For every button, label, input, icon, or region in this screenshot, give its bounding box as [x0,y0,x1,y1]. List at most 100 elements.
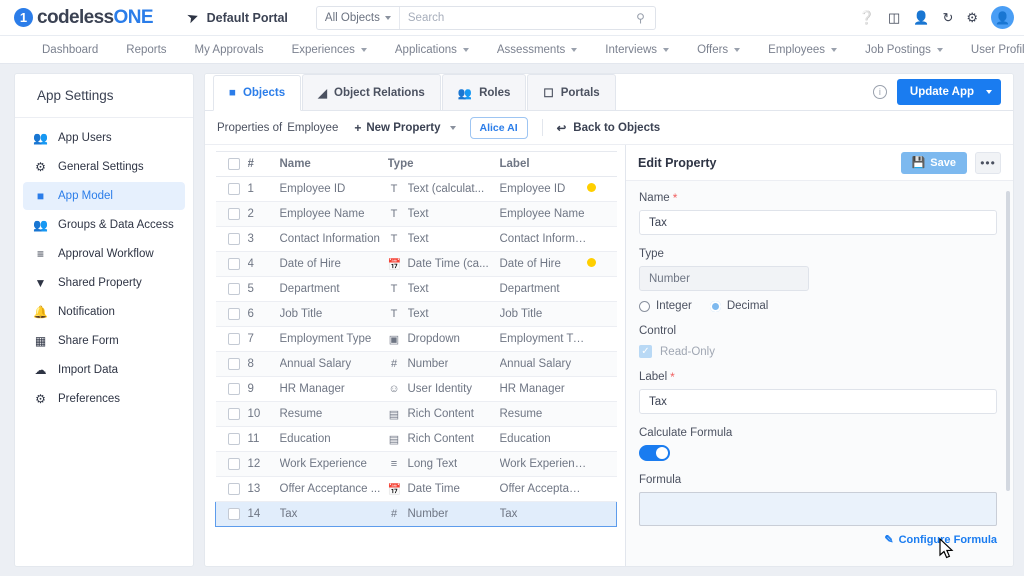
row-checkbox[interactable] [227,383,240,395]
row-checkbox[interactable] [227,283,240,295]
sidebar-item-share-form[interactable]: ▦ Share Form [23,327,185,355]
radio-integer[interactable]: Integer [639,300,692,312]
col-header-type[interactable]: Type [387,151,500,177]
new-property-button[interactable]: + New Property [354,121,456,135]
edit-panel-title: Edit Property [638,155,717,170]
row-label: Job Title [499,301,587,327]
edit-panel-scrollbar[interactable] [1006,191,1010,491]
row-type: Text [407,208,429,220]
table-row[interactable]: 4 Date of Hire 📅 Date Time (ca... Date of… [215,251,617,277]
portal-selector[interactable]: ➤ Default Portal [184,8,288,27]
alice-ai-label: Alice AI [479,121,518,134]
object-name-link[interactable]: Employee [287,122,338,134]
row-label: Employee ID [499,176,587,202]
row-name: Job Title [279,301,388,327]
nav-item-offers[interactable]: Offers [683,36,754,63]
row-checkbox[interactable] [227,183,240,195]
table-row[interactable]: 7 Employment Type ▣ Dropdown Employment T… [215,326,617,352]
nav-item-interviews[interactable]: Interviews [591,36,683,63]
table-row[interactable]: 11 Education ▤ Rich Content Education [215,426,617,452]
col-header-label[interactable]: Label [499,151,587,177]
search-scope-dropdown[interactable]: All Objects [317,6,400,29]
nav-label: Employees [768,43,826,56]
formula-input[interactable] [639,492,997,526]
add-user-icon[interactable]: 👤 [913,10,929,26]
label-input[interactable]: Tax [639,389,997,414]
back-to-objects-button[interactable]: ↩ Back to Objects [557,121,661,135]
nav-item-dashboard[interactable]: Dashboard [28,36,112,63]
database-icon[interactable]: ◫ [888,10,900,26]
sidebar-item-groups-data-access[interactable]: 👥 Groups & Data Access [23,211,185,239]
readonly-checkbox-row[interactable]: ✓ Read-Only [639,345,997,358]
row-checkbox[interactable] [227,333,240,345]
alice-ai-button[interactable]: Alice AI [469,116,528,139]
tab-roles[interactable]: 👥 Roles [441,74,527,110]
more-options-button[interactable]: ••• [975,151,1001,174]
row-checkbox[interactable] [227,483,240,495]
sidebar-item-notification[interactable]: 🔔 Notification [23,298,185,326]
history-icon[interactable]: ↻ [942,10,953,26]
row-checkbox[interactable] [227,433,240,445]
table-row[interactable]: 10 Resume ▤ Rich Content Resume [215,401,617,427]
row-checkbox[interactable] [228,508,240,520]
row-checkbox[interactable] [227,308,240,320]
gear-icon[interactable]: ⚙ [966,10,978,26]
row-label: Employee Name [499,201,587,227]
chevron-down-icon [360,47,367,52]
tab-portals[interactable]: ☐ Portals [527,74,616,110]
search-input[interactable] [407,11,637,24]
nav-item-assessments[interactable]: Assessments [483,36,591,63]
name-input[interactable]: Tax [639,210,997,235]
account-avatar[interactable]: 👤 [991,6,1014,29]
nav-item-reports[interactable]: Reports [112,36,180,63]
select-all-checkbox[interactable] [227,158,240,170]
sidebar-item-import-data[interactable]: ☁ Import Data [23,356,185,384]
nav-item-applications[interactable]: Applications [381,36,483,63]
table-row[interactable]: 9 HR Manager ☺ User Identity HR Manager [215,376,617,402]
table-head: # Name Type Label [215,151,617,177]
update-app-button[interactable]: Update App [896,79,1001,105]
row-checkbox[interactable] [227,258,240,270]
sidebar-item-shared-property[interactable]: ▼ Shared Property [23,269,185,297]
row-type: User Identity [407,383,473,395]
help-icon[interactable]: ❔ [859,10,875,26]
table-row[interactable]: 3 Contact Information T Text Contact Info… [215,226,617,252]
table-row-selected[interactable]: 14 Tax # Number Tax [215,501,617,527]
table-row[interactable]: 12 Work Experience ≡ Long Text Work Exper… [215,451,617,477]
nav-item-my-approvals[interactable]: My Approvals [181,36,278,63]
row-checkbox[interactable] [227,358,240,370]
configure-formula-link[interactable]: ✎ Configure Formula [639,533,997,547]
table-row[interactable]: 13 Offer Acceptance ... 📅 Date Time Offer… [215,476,617,502]
radio-decimal[interactable]: Decimal [709,300,768,312]
sidebar-item-preferences[interactable]: ⚙ Preferences [23,385,185,413]
row-checkbox[interactable] [227,458,240,470]
row-label: Work Experience [499,451,587,477]
col-header-name[interactable]: Name [279,151,388,177]
calculate-formula-toggle[interactable] [639,445,670,461]
row-checkbox[interactable] [227,208,240,220]
sidebar-item-general-settings[interactable]: ⚙ General Settings [23,153,185,181]
row-checkbox[interactable] [227,408,240,420]
table-row[interactable]: 6 Job Title T Text Job Title [215,301,617,327]
col-header-number[interactable]: # [247,151,280,177]
search-icon[interactable]: ⚲ [636,11,647,25]
info-icon[interactable]: i [872,85,887,99]
nav-item-employees[interactable]: Employees [754,36,851,63]
table-row[interactable]: 2 Employee Name T Text Employee Name [215,201,617,227]
row-name: Education [279,426,388,452]
nav-item-job-postings[interactable]: Job Postings [851,36,957,63]
table-row[interactable]: 8 Annual Salary # Number Annual Salary [215,351,617,377]
row-checkbox[interactable] [227,233,240,245]
sidebar-item-approval-workflow[interactable]: ≡ Approval Workflow [23,240,185,268]
nav-item-experiences[interactable]: Experiences [278,36,381,63]
table-row[interactable]: 1 Employee ID T Text (calculat... Employe… [215,176,617,202]
sidebar-item-app-model[interactable]: ■ App Model [23,182,185,210]
tab-objects[interactable]: ■ Objects [213,75,302,111]
sidebar-item-label: Notification [58,306,115,318]
sidebar-item-app-users[interactable]: 👥 App Users [23,124,185,152]
nav-item-user-profile[interactable]: User Profile [957,36,1024,63]
tab-object-relations[interactable]: ◢ Object Relations [302,74,441,110]
brand-logo[interactable]: 1 codelessONE [14,7,154,29]
table-row[interactable]: 5 Department T Text Department [215,276,617,302]
save-button[interactable]: 💾 Save [900,151,967,174]
